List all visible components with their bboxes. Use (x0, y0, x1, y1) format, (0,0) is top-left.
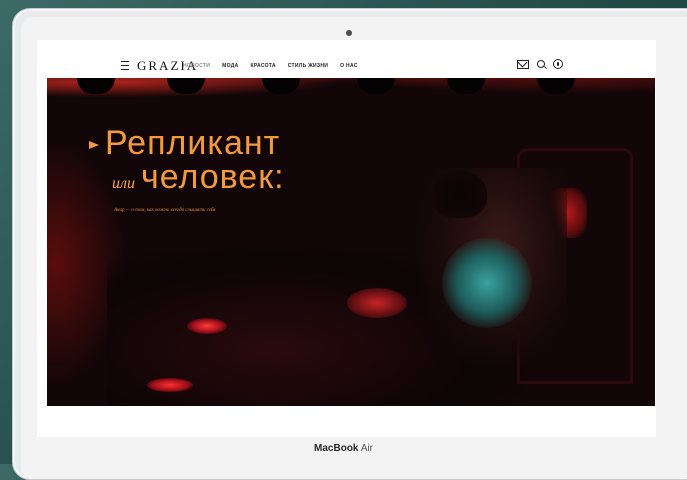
menu-icon[interactable] (121, 61, 129, 70)
search-icon[interactable] (537, 60, 545, 68)
site-header: GRAZIA НОВОСТИ МОДА КРАСОТА СТИЛЬ ЖИЗНИ … (37, 40, 656, 78)
laptop-screen: GRAZIA НОВОСТИ МОДА КРАСОТА СТИЛЬ ЖИЗНИ … (37, 40, 656, 437)
mail-icon[interactable] (517, 59, 529, 69)
brand-model: Air (360, 443, 373, 454)
hero-banner[interactable]: Репликант или человек: Анар — о том, как… (47, 78, 655, 406)
camera-icon (346, 30, 352, 36)
play-arrow-icon (89, 140, 99, 149)
header-icons (517, 59, 563, 69)
hero-person-hair (432, 170, 487, 218)
headline-connector: или (112, 175, 135, 192)
hero-teal-light (442, 238, 532, 328)
device-brand-label: MacBook Air (0, 443, 687, 454)
nav-item-fashion[interactable]: МОДА (222, 63, 238, 69)
hero-light (147, 378, 193, 392)
headline-word-2: человек: (140, 158, 285, 196)
hero-light (347, 288, 407, 318)
main-nav: НОВОСТИ МОДА КРАСОТА СТИЛЬ ЖИЗНИ О НАС (183, 63, 358, 69)
headline-line-1: Репликант (89, 126, 280, 160)
nav-item-news[interactable]: НОВОСТИ (183, 63, 210, 69)
headline-word-1: Репликант (105, 124, 281, 162)
user-icon[interactable] (553, 59, 563, 69)
nav-item-beauty[interactable]: КРАСОТА (251, 63, 276, 69)
nav-item-about[interactable]: О НАС (340, 63, 358, 69)
hero-light (187, 318, 227, 334)
headline-line-2: или человек: (112, 160, 285, 194)
hero-subtitle: Анар — о том, как важно всегда слышать с… (114, 208, 216, 213)
nav-item-lifestyle[interactable]: СТИЛЬ ЖИЗНИ (288, 63, 328, 69)
brand-name: MacBook (314, 443, 359, 454)
